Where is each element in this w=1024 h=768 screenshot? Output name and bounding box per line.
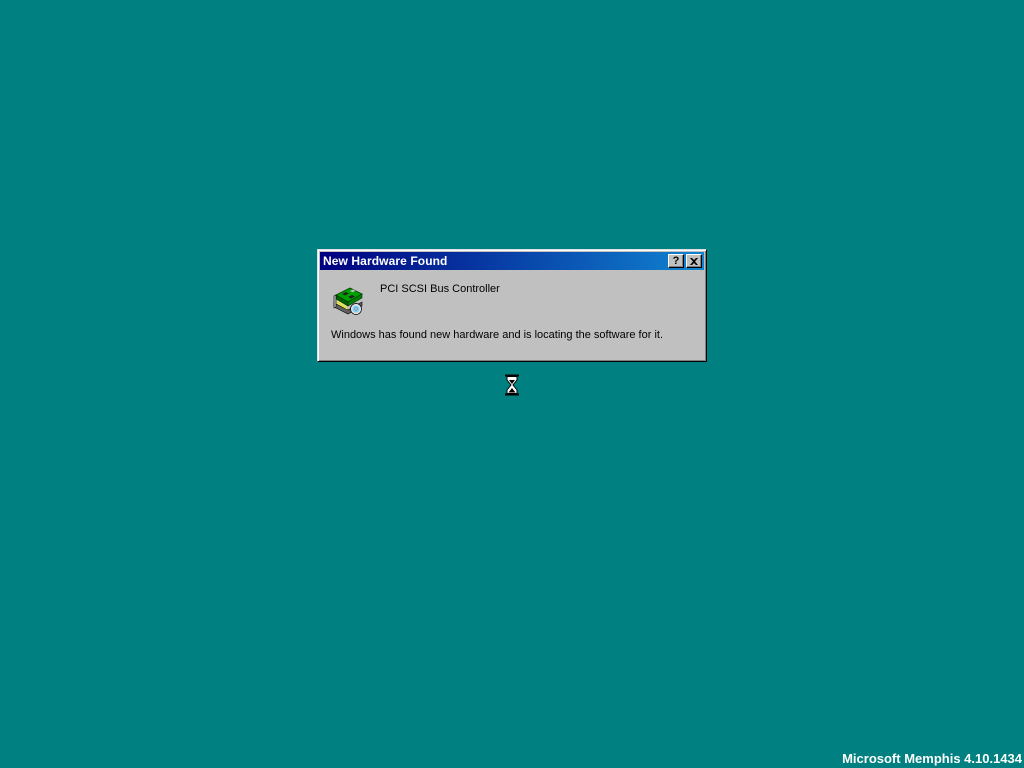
close-button[interactable] [686,254,702,268]
status-message: Windows has found new hardware and is lo… [331,329,664,341]
help-button[interactable]: ? [668,254,684,268]
help-icon: ? [672,254,680,267]
dialog-titlebar[interactable]: New Hardware Found ? [320,252,704,270]
build-version-string: Microsoft Memphis 4.10.1434 [842,751,1022,766]
new-hardware-found-dialog: New Hardware Found ? PCI SCSI Bus Contro… [317,249,707,362]
dialog-title: New Hardware Found [323,254,448,268]
hardware-card-icon [333,287,363,315]
hourglass-icon [505,374,519,396]
close-icon [690,257,698,265]
device-name: PCI SCSI Bus Controller [380,283,500,295]
